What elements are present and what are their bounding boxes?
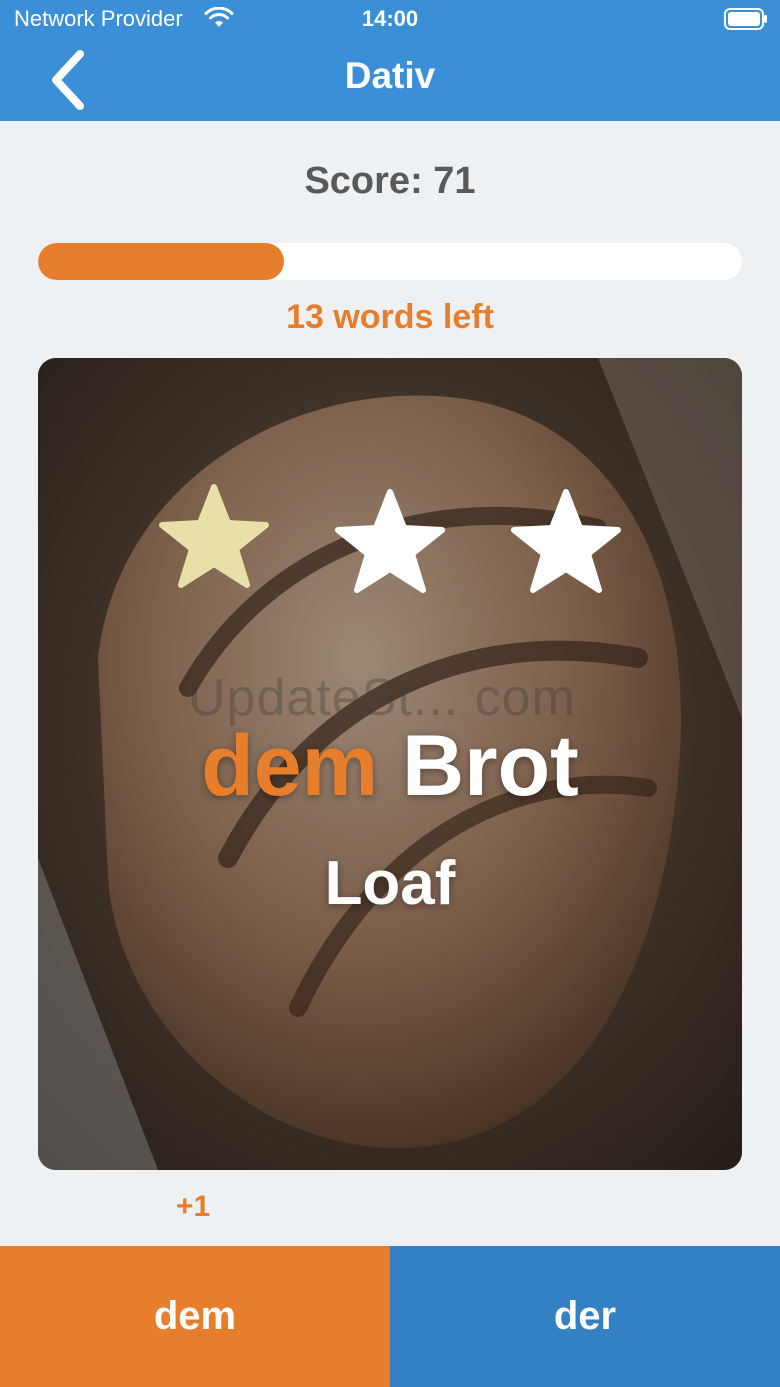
progress-bar: [38, 243, 742, 280]
answer-dem-button[interactable]: dem: [0, 1246, 390, 1387]
flash-card[interactable]: UpdateSt... com dem Brot Loaf: [38, 358, 742, 1170]
score-label: Score: 71: [304, 160, 476, 202]
noun-text: Brot: [402, 718, 579, 814]
answer-der-button[interactable]: der: [390, 1246, 780, 1387]
word-display: dem Brot: [38, 718, 742, 814]
battery-icon: [724, 8, 767, 30]
star-icon: [511, 489, 621, 593]
nav-title: Dativ: [344, 55, 436, 96]
star-icon: [159, 484, 269, 588]
translation-text: Loaf: [324, 849, 456, 918]
star-icon: [335, 489, 445, 593]
words-left-label: 13 words left: [286, 298, 494, 336]
progress-fill: [38, 243, 285, 280]
status-bar: Network Provider 14:00: [0, 0, 780, 40]
status-clock: 14:00: [361, 6, 419, 31]
app-header: Network Provider 14:00 Dativ: [0, 0, 780, 121]
article-text: dem: [201, 718, 379, 814]
points-feedback: +1: [176, 1190, 211, 1223]
